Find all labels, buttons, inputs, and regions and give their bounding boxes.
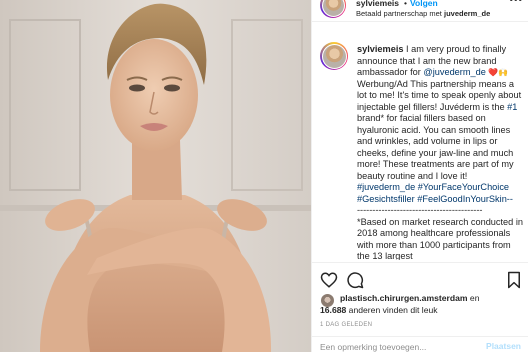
author-avatar[interactable] <box>320 0 346 18</box>
comment-icon[interactable] <box>346 271 364 289</box>
likes-line-2-suffix: anderen vinden dit leuk <box>346 305 438 315</box>
caption-divider: ----------------------------------------… <box>357 205 483 215</box>
follow-button[interactable]: Volgen <box>410 0 438 8</box>
bookmark-icon[interactable] <box>505 271 523 289</box>
action-bar <box>312 262 528 292</box>
post-sidebar: sylviemeis • Volgen Betaald partnerschap… <box>311 0 528 352</box>
partner-brand-link[interactable]: juvederm_de <box>444 9 490 18</box>
caption-hashtag-1[interactable]: #1 <box>507 102 517 112</box>
post-photo[interactable] <box>0 0 311 352</box>
post-comment-button[interactable]: Plaatsen <box>486 341 521 351</box>
separator-dot: • <box>404 0 407 8</box>
caption-emoji: ❤️🙌 <box>485 68 511 77</box>
caption-section: sylviemeis I am very proud to finally an… <box>312 22 528 260</box>
caption-footnote: *Based on market research conducted in 2… <box>357 216 526 261</box>
caption-text-part-2: Werbung/Ad This partnership means a lot … <box>357 78 524 112</box>
post-header: sylviemeis • Volgen Betaald partnerschap… <box>312 0 528 22</box>
liker-username[interactable]: plastisch.chirurgen.amsterdam <box>340 293 468 303</box>
portrait-image <box>0 0 311 352</box>
likes-line-1-suffix: en <box>467 293 480 303</box>
caption-username[interactable]: sylviemeis <box>357 44 404 54</box>
paid-partnership-prefix: Betaald partnerschap met <box>356 9 442 18</box>
caption-avatar[interactable] <box>320 42 348 70</box>
more-dots-icon[interactable]: ••• <box>509 0 523 6</box>
likes-line-1: plastisch.chirurgen.amsterdam en <box>340 293 479 303</box>
likes-line-2[interactable]: 16.688 anderen vinden dit leuk <box>320 305 438 315</box>
caption-mention[interactable]: @juvederm_de <box>423 67 485 77</box>
comment-input[interactable] <box>320 341 470 352</box>
likes-count[interactable]: 16.688 <box>320 305 346 315</box>
caption-hashtags[interactable]: #juvederm_de #YourFaceYourChoice #Gesich… <box>357 182 513 204</box>
comment-bar: Plaatsen <box>312 336 528 352</box>
paid-partnership-label: Betaald partnerschap met juvederm_de <box>356 9 490 18</box>
caption-text-part-3: brand* for facial fillers based on hyalu… <box>357 101 520 181</box>
author-username[interactable]: sylviemeis <box>356 0 399 8</box>
post-timestamp[interactable]: 1 DAG GELEDEN <box>320 322 372 328</box>
likes-section: plastisch.chirurgen.amsterdam en 16.688 … <box>312 292 528 320</box>
caption-text: sylviemeis I am very proud to finally an… <box>357 44 525 260</box>
heart-icon[interactable] <box>320 271 338 289</box>
